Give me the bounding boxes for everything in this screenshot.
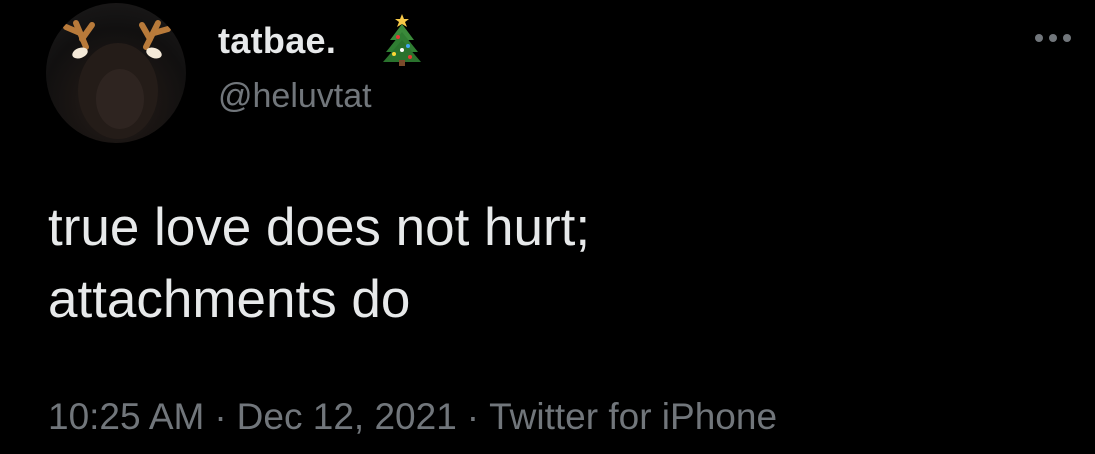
separator: · xyxy=(466,396,480,437)
separator: · xyxy=(214,396,227,437)
tweet-text: true love does not hurt; attachments do xyxy=(48,192,1048,336)
tweet-card: tatbae. @heluvtat true love does not hur… xyxy=(0,0,1095,454)
tweet-source[interactable]: Twitter for iPhone xyxy=(489,396,777,437)
tweet-text-line: true love does not hurt; xyxy=(48,198,591,257)
avatar[interactable] xyxy=(46,3,186,143)
tweet-metadata: 10:25 AM · Dec 12, 2021 · Twitter for iPhone xyxy=(48,396,777,438)
display-name[interactable]: tatbae. xyxy=(218,20,336,62)
tweet-text-line: attachments do xyxy=(48,270,411,329)
tweet-date[interactable]: Dec 12, 2021 xyxy=(237,396,457,437)
more-options-button[interactable] xyxy=(1030,20,1076,56)
more-icon xyxy=(1035,34,1071,42)
avatar-photo xyxy=(63,20,171,139)
tweet-time[interactable]: 10:25 AM xyxy=(48,396,204,437)
christmas-tree-icon xyxy=(383,14,421,66)
user-handle[interactable]: @heluvtat xyxy=(218,77,372,116)
